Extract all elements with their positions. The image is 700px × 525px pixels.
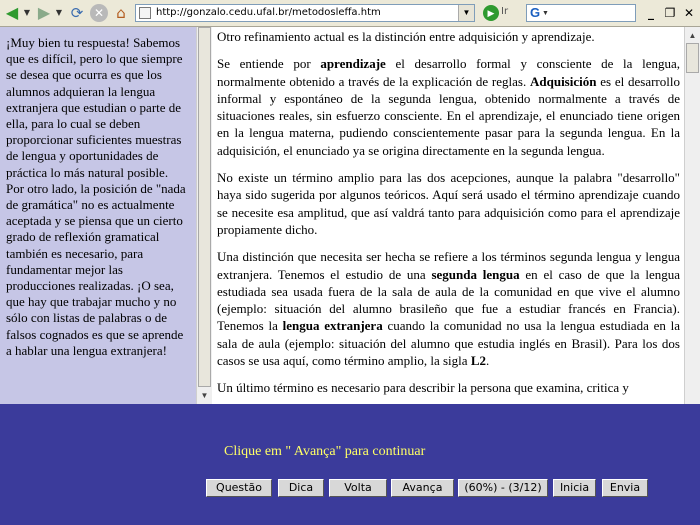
minimize-icon[interactable]: _ [643, 5, 659, 21]
search-box[interactable]: G ▼ [526, 4, 636, 22]
paragraph-4: Una distinción que necesita ser hecha se… [217, 249, 680, 369]
back-arrow-icon[interactable]: ◀ [2, 4, 22, 22]
dica-button[interactable]: Dica [278, 479, 324, 497]
search-engine-logo: G [530, 5, 541, 20]
restore-icon[interactable]: ❐ [662, 5, 678, 21]
feedback-text: ¡Muy bien tu respuesta! Sabemos que es d… [6, 35, 186, 358]
feedback-scrollbar[interactable]: ▼ [196, 27, 212, 404]
paragraph-5: Un último término es necesario para desc… [217, 380, 629, 396]
forward-dropdown-icon[interactable]: ▼ [54, 4, 64, 22]
stop-icon[interactable]: ✕ [90, 4, 108, 22]
scroll-up-icon[interactable]: ▲ [686, 29, 699, 42]
paragraph-2: Se entiende por aprendizaje el desarroll… [217, 56, 680, 158]
lesson-footer: Clique em " Avança" para continuar Quest… [0, 404, 700, 525]
content-text: Otro refinamiento actual es la distinció… [217, 28, 680, 404]
address-dropdown-icon[interactable]: ▼ [458, 5, 474, 21]
back-dropdown-icon[interactable]: ▼ [22, 4, 32, 22]
go-icon[interactable]: ▶ [483, 5, 499, 21]
browser-toolbar: ◀ ▼ ▶ ▼ ⟳ ✕ ⌂ http://gonzalo.cedu.ufal.b… [0, 0, 700, 27]
home-icon[interactable]: ⌂ [112, 4, 130, 22]
forward-arrow-icon[interactable]: ▶ [34, 4, 54, 22]
content-panel: Otro refinamiento actual es la distinció… [212, 27, 684, 404]
scroll-down-icon[interactable]: ▼ [198, 389, 211, 402]
paragraph-1: Otro refinamiento actual es la distinció… [217, 29, 595, 44]
continue-message: Clique em " Avança" para continuar [224, 444, 426, 459]
feedback-scroll-thumb[interactable] [198, 27, 211, 387]
address-bar[interactable]: http://gonzalo.cedu.ufal.br/metodosleffa… [135, 4, 475, 22]
questao-button[interactable]: Questão [206, 479, 272, 497]
envia-button[interactable]: Envia [602, 479, 648, 497]
volta-button[interactable]: Volta [329, 479, 387, 497]
content-scrollbar[interactable]: ▲ [684, 27, 700, 404]
go-label[interactable]: Ir [501, 6, 508, 17]
avanca-button[interactable]: Avança [391, 479, 454, 497]
search-dropdown-icon[interactable]: ▼ [542, 5, 549, 21]
reload-icon[interactable]: ⟳ [68, 4, 86, 22]
feedback-panel: ¡Muy bien tu respuesta! Sabemos que es d… [0, 27, 196, 404]
page-favicon-icon [139, 7, 151, 19]
close-icon[interactable]: ✕ [681, 5, 697, 21]
address-text: http://gonzalo.cedu.ufal.br/metodosleffa… [156, 7, 381, 18]
paragraph-3: No existe un término amplio para las dos… [217, 170, 680, 237]
progress-button[interactable]: (60%) - (3/12) [458, 479, 548, 497]
inicia-button[interactable]: Inicia [553, 479, 596, 497]
content-scroll-thumb[interactable] [686, 43, 699, 73]
